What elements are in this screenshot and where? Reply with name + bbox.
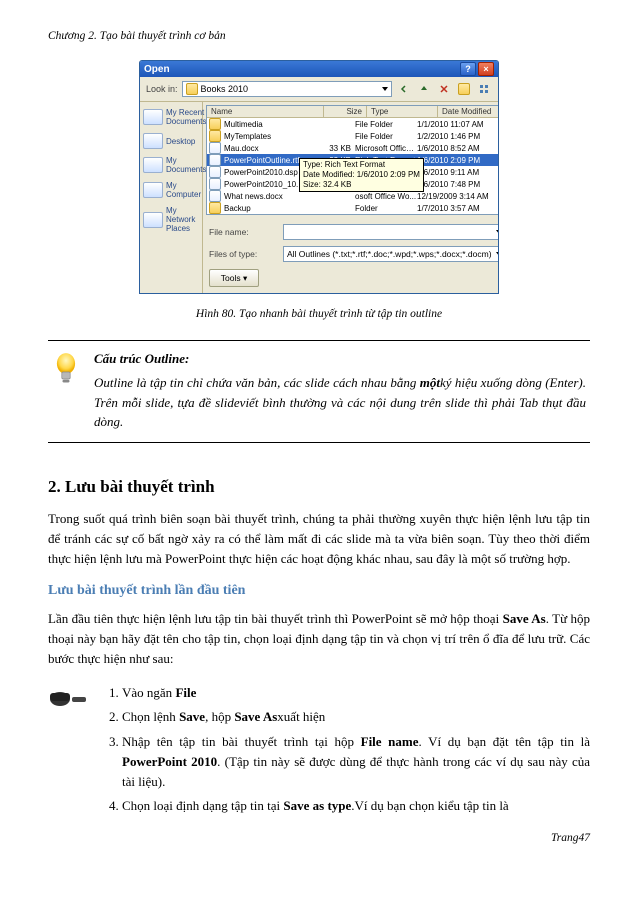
up-icon[interactable] bbox=[416, 81, 432, 97]
lookin-dropdown[interactable]: Books 2010 bbox=[182, 81, 392, 97]
step-list: Vào ngăn File Chọn lệnh Save, hộp Save A… bbox=[102, 683, 590, 820]
folder-icon bbox=[209, 202, 221, 214]
heading-2: 2. Lưu bài thuyết trình bbox=[48, 477, 590, 497]
files-of-type-label: Files of type: bbox=[209, 249, 277, 259]
list-item: Chọn lệnh Save, hộp Save Asxuất hiện bbox=[122, 707, 590, 727]
paragraph: Lần đầu tiên thực hiện lệnh lưu tập tin … bbox=[48, 609, 590, 669]
file-name-label: File name: bbox=[209, 227, 277, 237]
figure-open-dialog: Open ? × Look in: Books 2010 bbox=[48, 60, 590, 294]
views-icon[interactable] bbox=[476, 81, 492, 97]
folder-icon bbox=[209, 130, 221, 142]
back-icon[interactable] bbox=[396, 81, 412, 97]
file-list-headers: Name Size Type Date Modified bbox=[207, 106, 499, 118]
note-title: Cấu trúc Outline: bbox=[94, 351, 586, 367]
file-list[interactable]: Name Size Type Date Modified MultimediaF… bbox=[206, 105, 499, 215]
mouse-icon bbox=[48, 683, 88, 716]
file-name-input[interactable] bbox=[283, 224, 499, 240]
note-box: Cấu trúc Outline: Outline là tập tin chỉ… bbox=[48, 341, 590, 442]
lightbulb-icon bbox=[52, 351, 80, 391]
file-icon bbox=[209, 190, 221, 202]
close-icon[interactable]: × bbox=[478, 62, 494, 76]
place-recent[interactable]: My Recent Documents bbox=[140, 106, 202, 128]
list-item: Vào ngăn File bbox=[122, 683, 590, 703]
tools-button[interactable]: Tools ▾ bbox=[209, 269, 259, 287]
files-of-type-select[interactable]: All Outlines (*.txt;*.rtf;*.doc;*.wpd;*.… bbox=[283, 246, 499, 262]
places-bar: My Recent Documents Desktop My Documents… bbox=[140, 102, 203, 293]
figure-caption: Hình 80. Tạo nhanh bài thuyết trình từ t… bbox=[48, 308, 590, 320]
lookin-value: Books 2010 bbox=[201, 84, 249, 94]
place-documents[interactable]: My Documents bbox=[140, 154, 202, 176]
divider bbox=[48, 442, 590, 443]
folder-icon bbox=[209, 118, 221, 130]
chevron-down-icon bbox=[382, 87, 388, 91]
note-text: Outline là tập tin chỉ chứa văn bản, các… bbox=[94, 373, 586, 432]
list-item: Nhập tên tập tin bài thuyết trình tại hộ… bbox=[122, 732, 590, 792]
heading-3: Lưu bài thuyết trình lần đầu tiên bbox=[48, 583, 590, 599]
file-icon bbox=[209, 178, 221, 190]
delete-icon[interactable] bbox=[436, 81, 452, 97]
file-tooltip: Type: Rich Text Format Date Modified: 1/… bbox=[299, 158, 424, 192]
list-item: Chọn loại định dạng tập tin tại Save as … bbox=[122, 796, 590, 816]
paragraph: Trong suốt quá trình biên soạn bài thuyế… bbox=[48, 509, 590, 569]
folder-icon bbox=[186, 83, 198, 95]
table-row[interactable]: BackupFolder1/7/2010 3:57 AM bbox=[207, 202, 499, 214]
table-row[interactable]: Mau.docx33 KBMicrosoft Office Wo...1/6/2… bbox=[207, 142, 499, 154]
table-row[interactable]: MultimediaFile Folder1/1/2010 11:07 AM bbox=[207, 118, 499, 130]
lookin-label: Look in: bbox=[146, 84, 178, 94]
table-row[interactable]: MyTemplatesFile Folder1/2/2010 1:46 PM bbox=[207, 130, 499, 142]
page-number: Trang47 bbox=[551, 832, 590, 844]
file-icon bbox=[209, 154, 221, 166]
dialog-titlebar: Open ? × bbox=[140, 61, 498, 77]
file-icon bbox=[209, 142, 221, 154]
place-desktop[interactable]: Desktop bbox=[140, 131, 202, 151]
dialog-title: Open bbox=[144, 64, 170, 75]
running-header: Chương 2. Tạo bài thuyết trình cơ bản bbox=[48, 30, 590, 42]
help-icon[interactable]: ? bbox=[460, 62, 476, 76]
place-computer[interactable]: My Computer bbox=[140, 179, 202, 201]
new-folder-icon[interactable] bbox=[456, 81, 472, 97]
place-network[interactable]: My Network Places bbox=[140, 204, 202, 235]
file-icon bbox=[209, 166, 221, 178]
